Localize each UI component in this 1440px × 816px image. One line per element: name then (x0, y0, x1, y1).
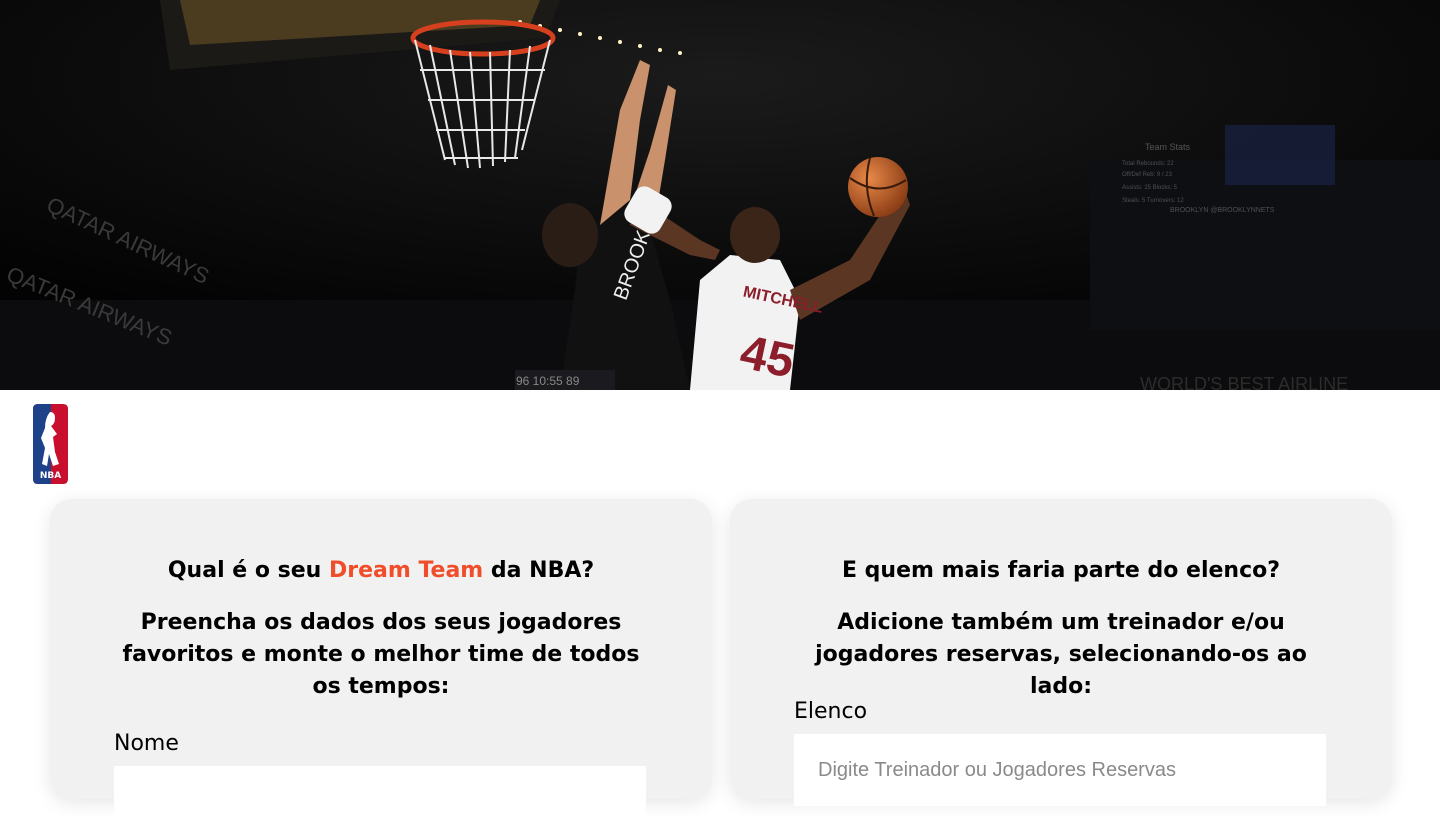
title-before: Qual é o seu (167, 558, 322, 583)
banner-text: WORLD'S BEST AIRLINE (1140, 374, 1348, 390)
roster-subtitle: Adicione também um treinador e/ou jogado… (815, 610, 1307, 699)
name-input[interactable] (114, 766, 646, 816)
hero-photo: BROOKLYN MITCHELL 45 QATAR AIRWAYS QATAR… (0, 0, 1440, 390)
scoreboard-line-2: Off/Def Reb: 9 / 23 (1122, 172, 1173, 178)
home-jersey-number: 45 (736, 326, 799, 389)
scoreboard-footer: BROOKLYN @BROOKLYNNETS (1170, 207, 1275, 214)
scoreboard-title: Team Stats (1145, 142, 1191, 152)
title-accent: Dream Team (328, 558, 484, 583)
roster-title: E quem mais faria parte do elenco? (841, 558, 1280, 583)
roster-card: E quem mais faria parte do elenco? Adici… (730, 499, 1392, 806)
dream-team-card: Qual é o seu Dream Team da NBA? Preencha… (50, 499, 712, 816)
dream-team-subtitle: Preencha os dados dos seus jogadores fav… (122, 610, 640, 699)
nba-logo[interactable]: NBA (33, 404, 68, 484)
clock-display: 96 10:55 89 (516, 374, 580, 388)
scoreboard-line-3: Assists: 25 Blocks: 5 (1122, 185, 1178, 191)
title-after: da NBA? (490, 558, 595, 583)
dream-team-title: Qual é o seu Dream Team da NBA? (50, 555, 712, 587)
scoreboard-line-4: Steals: 5 Turnovers: 12 (1122, 198, 1184, 204)
nba-logo-text: NBA (40, 471, 61, 481)
scoreboard-line-1: Total Rebounds: 22 (1122, 161, 1174, 167)
roster-input[interactable] (794, 734, 1326, 806)
name-label: Nome (114, 731, 179, 756)
roster-label: Elenco (794, 699, 868, 724)
